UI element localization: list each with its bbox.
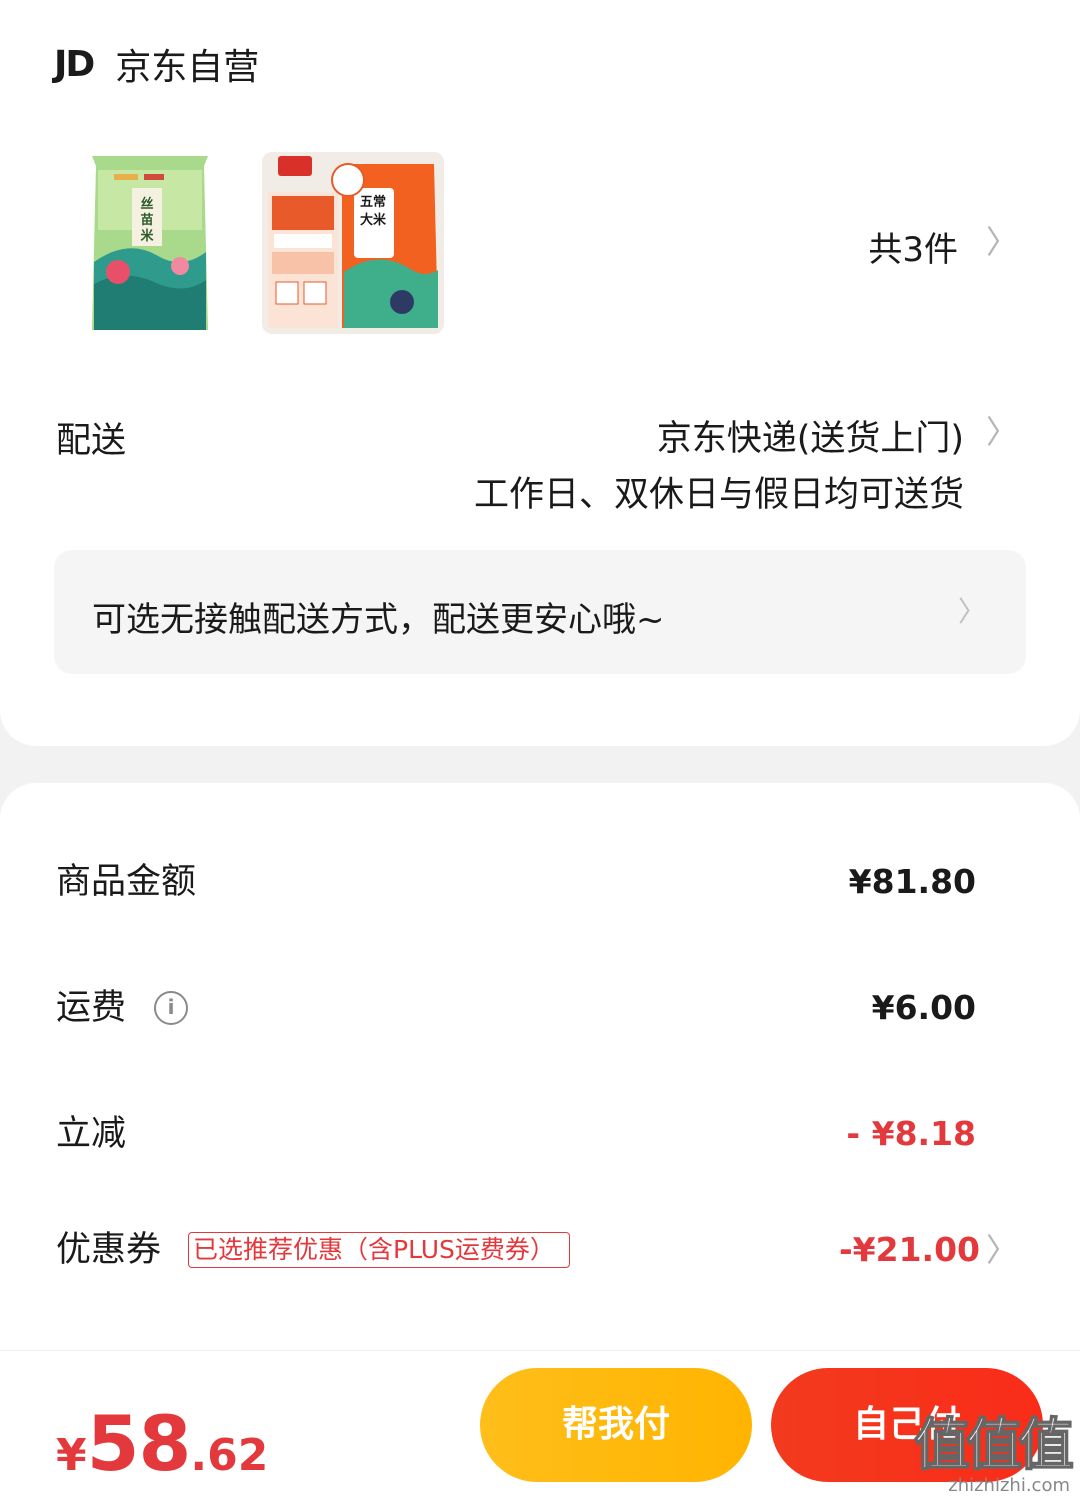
chevron-right-icon[interactable]: 〉 [986,1234,1018,1266]
watermark: 值值值 zhizhizhi.com [913,1400,1075,1496]
goods-amount-value: ¥81.80 [848,862,976,901]
watermark-logo: 值值值 [913,1412,1075,1479]
goods-amount-row: 商品金额 ¥81.80 [0,852,1080,912]
total-price: ¥58.62 [56,1399,268,1488]
discount-value: - ¥8.18 [846,1114,976,1153]
product-thumbnail-2[interactable]: 五常 大米 [262,152,444,334]
svg-text:米: 米 [140,228,154,244]
store-name: 京东自营 [115,47,260,88]
delivery-label: 配送 [56,421,127,461]
svg-text:丝: 丝 [140,196,153,212]
freight-row: 运费 i ¥6.00 [0,978,1080,1038]
contactless-delivery-text: 可选无接触配送方式，配送更安心哦~ [92,600,665,640]
delivery-method[interactable]: 京东快递(送货上门) [657,410,964,461]
svg-text:五常: 五常 [360,194,386,210]
help-pay-button[interactable]: 帮我付 [480,1368,752,1482]
product-thumbnail-1[interactable]: 丝 苗 米 [58,152,240,334]
chevron-right-icon: 〉 [957,595,986,628]
total-integer: 58 [86,1399,192,1488]
chevron-right-icon[interactable]: 〉 [986,226,1018,258]
coupon-row[interactable]: 优惠券 已选推荐优惠（含PLUS运费券） -¥21.00 [0,1220,1080,1280]
item-count[interactable]: 共3件 [868,222,958,271]
jd-logo: JD [54,43,95,85]
coupon-label: 优惠券 [56,1230,162,1270]
freight-value: ¥6.00 [871,988,976,1027]
coupon-value: -¥21.00 [838,1230,980,1269]
goods-amount-label: 商品金额 [56,862,197,902]
contactless-delivery-option[interactable]: 可选无接触配送方式，配送更安心哦~ 〉 [54,550,1026,674]
coupon-badge: 已选推荐优惠（含PLUS运费券） [188,1232,570,1268]
chevron-right-icon[interactable]: 〉 [986,416,1018,448]
currency-symbol: ¥ [56,1430,87,1481]
discount-label: 立减 [56,1114,127,1154]
svg-text:大米: 大米 [360,212,387,228]
total-decimal: .62 [190,1430,269,1481]
order-summary-card: JD 京东自营 丝 苗 米 五常 大米 共3件 〉 配送 京东快递(送货上门) … [0,0,1080,746]
svg-text:苗: 苗 [140,212,153,228]
discount-row: 立减 - ¥8.18 [0,1104,1080,1164]
store-header: JD 京东自营 [54,38,259,90]
freight-label: 运费 [56,988,127,1028]
delivery-days: 工作日、双休日与假日均可送货 [473,475,964,515]
info-icon[interactable]: i [154,991,188,1025]
